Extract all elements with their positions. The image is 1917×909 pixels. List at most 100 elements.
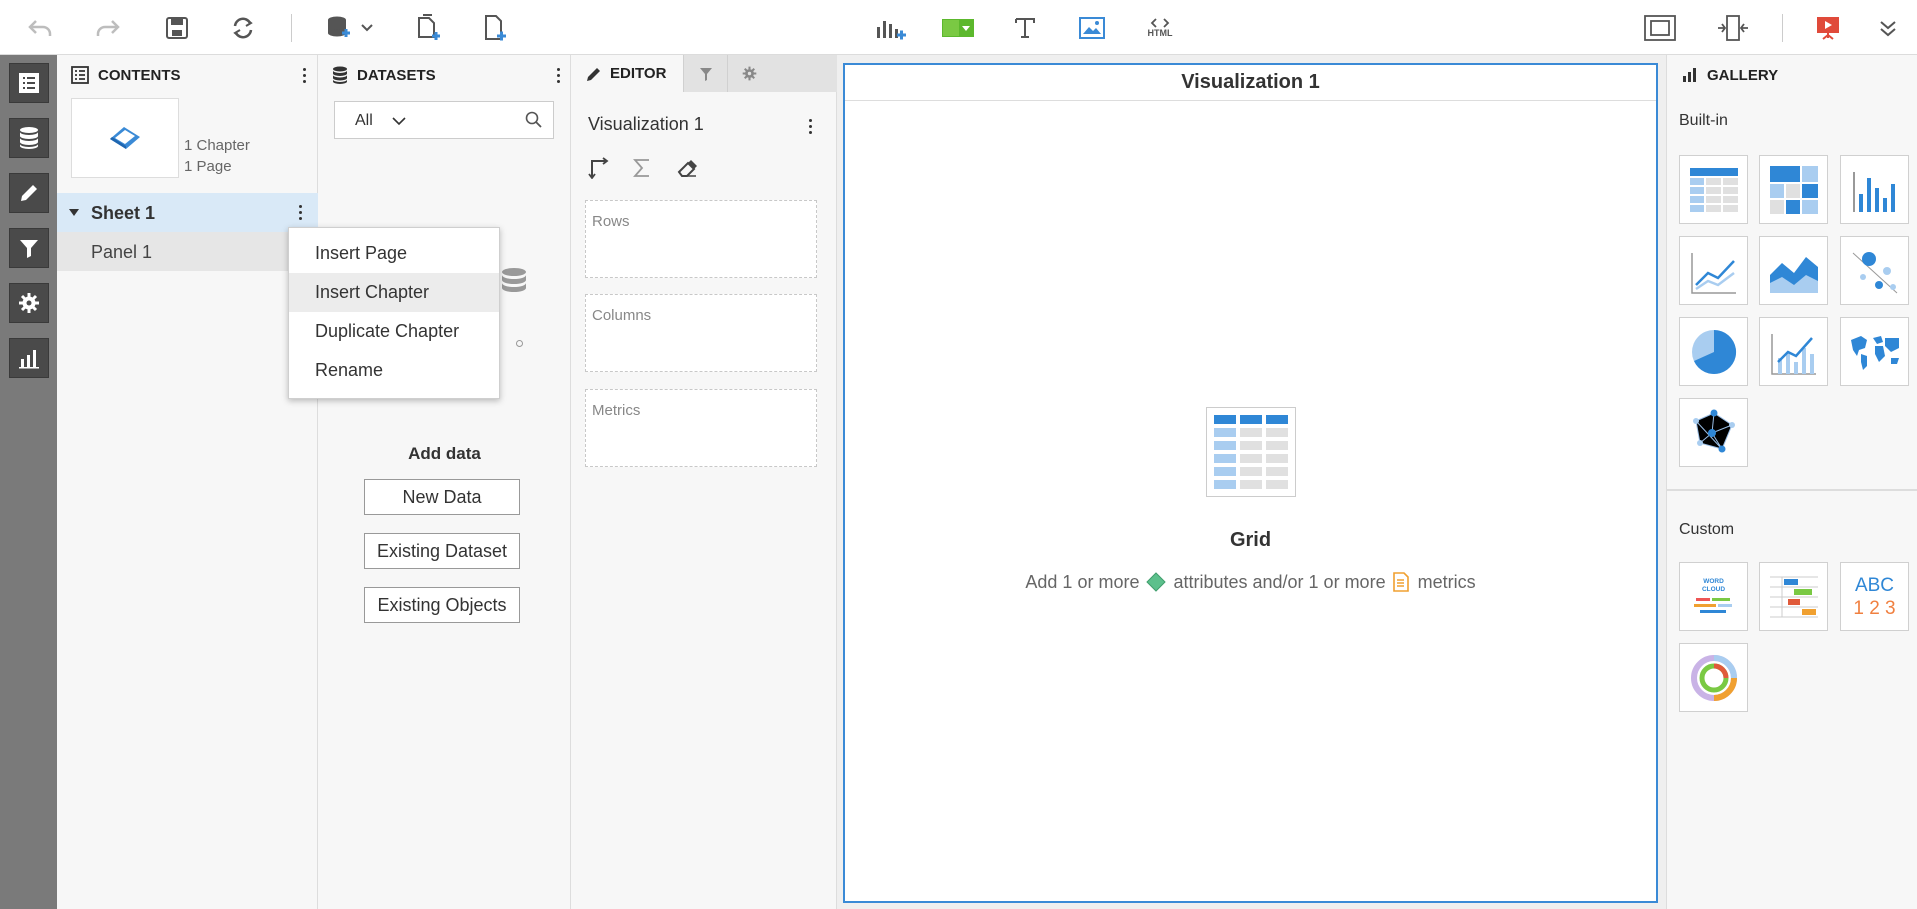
sheet-more-icon[interactable] [290, 199, 310, 225]
settings-panel-icon[interactable] [9, 283, 49, 323]
gear-icon [742, 66, 757, 81]
refresh-icon[interactable] [223, 8, 263, 48]
add-data-title: Add data [408, 444, 481, 463]
menu-duplicate-chapter[interactable]: Duplicate Chapter [289, 312, 499, 351]
save-icon[interactable] [157, 8, 197, 48]
network-viz-icon[interactable] [1679, 398, 1748, 467]
placeholder-name: Grid [1229, 529, 1272, 551]
contents-panel: CONTENTS 1 Chapter 1 Page Sheet 1 Panel … [57, 55, 318, 909]
swap-axes-icon[interactable] [588, 157, 610, 179]
tab-editor[interactable]: EDITOR [571, 55, 683, 92]
gantt-viz-icon[interactable] [1759, 562, 1828, 631]
tab-format[interactable] [727, 55, 771, 92]
columns-label: Columns [592, 307, 652, 324]
dataset-filter-search[interactable]: All [334, 101, 554, 139]
columns-drop-zone[interactable]: Columns [585, 294, 817, 372]
editor-panel: EDITOR Visualization 1 Rows Columns Metr… [571, 55, 837, 909]
menu-rename[interactable]: Rename [289, 351, 499, 390]
tab-editor-label: EDITOR [610, 65, 667, 82]
chapter-thumbnail[interactable] [71, 98, 179, 178]
gallery-panel-icon[interactable] [9, 338, 49, 378]
filter-panel-icon[interactable] [9, 228, 49, 268]
add-data-dropdown-icon[interactable] [320, 8, 380, 48]
chapter-count: 1 Chapter [184, 137, 250, 154]
page-count: 1 Page [184, 158, 232, 175]
hint-part3: metrics [1417, 571, 1476, 592]
map-viz-icon[interactable] [1840, 317, 1909, 386]
menu-insert-chapter[interactable]: Insert Chapter [289, 273, 499, 312]
toolbar-separator [291, 14, 292, 42]
word-cloud-viz-icon[interactable]: WORD CLOUD [1679, 562, 1748, 631]
contents-icon [71, 66, 89, 84]
pie-chart-viz-icon[interactable] [1679, 317, 1748, 386]
empty-database-icon [502, 268, 526, 292]
top-toolbar: HTML [0, 0, 1917, 55]
contents-title: CONTENTS [98, 66, 181, 84]
datasets-title: DATASETS [357, 66, 436, 84]
datasets-panel: DATASETS All Add data New Data Existing … [318, 55, 571, 909]
panel-row[interactable]: Panel 1 [57, 232, 318, 271]
contents-more-icon[interactable] [294, 62, 314, 88]
decor-dot [516, 340, 523, 347]
insert-filter-icon[interactable] [938, 8, 978, 48]
dataset-filter-value: All [355, 112, 373, 129]
combo-chart-viz-icon[interactable] [1759, 317, 1828, 386]
kpi-viz-icon[interactable]: ABC 1 2 3 [1840, 562, 1909, 631]
builtin-label: Built-in [1679, 112, 1728, 129]
editor-tabbar: EDITOR [571, 55, 837, 92]
fit-width-icon[interactable] [1713, 8, 1753, 48]
filter-icon [699, 67, 712, 81]
bar-chart-viz-icon[interactable] [1840, 155, 1909, 224]
sigma-icon[interactable] [633, 158, 651, 178]
sheet-row[interactable]: Sheet 1 [57, 193, 318, 232]
chevron-down-icon[interactable] [392, 116, 406, 126]
area-chart-viz-icon[interactable] [1759, 236, 1828, 305]
sunburst-viz-icon[interactable] [1679, 643, 1748, 712]
editor-more-icon[interactable] [800, 113, 820, 139]
toolbar-separator [1782, 14, 1783, 42]
menu-insert-page[interactable]: Insert Page [289, 234, 499, 273]
insert-visualization-icon[interactable] [871, 8, 911, 48]
rows-drop-zone[interactable]: Rows [585, 200, 817, 278]
panel-label: Panel 1 [91, 242, 153, 262]
datasets-panel-icon[interactable] [9, 118, 49, 158]
tab-filter[interactable] [683, 55, 727, 92]
hint-part2: attributes and/or 1 or more [1173, 571, 1386, 592]
duplicate-page-icon[interactable] [408, 8, 448, 48]
redo-icon[interactable] [88, 8, 128, 48]
contents-header: CONTENTS [57, 55, 318, 95]
editor-viz-name: Visualization 1 [588, 114, 704, 134]
attribute-icon [1146, 572, 1167, 592]
book-icon [110, 127, 140, 149]
line-chart-viz-icon[interactable] [1679, 236, 1748, 305]
fit-to-page-icon[interactable] [1640, 8, 1680, 48]
contents-panel-icon[interactable] [9, 63, 49, 103]
grid-viz-icon[interactable] [1679, 155, 1748, 224]
new-page-icon[interactable] [475, 8, 515, 48]
editor-panel-icon[interactable] [9, 173, 49, 213]
hint-part1: Add 1 or more [1025, 571, 1140, 592]
placeholder-hint: Add 1 or more attributes and/or 1 or mor… [845, 571, 1656, 593]
insert-image-icon[interactable] [1072, 8, 1112, 48]
insert-text-icon[interactable] [1005, 8, 1045, 48]
existing-dataset-button[interactable]: Existing Dataset [364, 533, 520, 569]
datasets-more-icon[interactable] [548, 62, 568, 88]
undo-icon[interactable] [20, 8, 60, 48]
left-icon-rail [0, 55, 57, 909]
metrics-drop-zone[interactable]: Metrics [585, 389, 817, 467]
caret-down-icon[interactable] [68, 208, 80, 218]
canvas-area: Visualization 1 Grid Add 1 or more attri… [837, 55, 1666, 909]
insert-html-icon[interactable]: HTML [1140, 8, 1180, 48]
kpi-letters: ABC [1854, 574, 1895, 596]
visualization-title[interactable]: Visualization 1 [845, 65, 1656, 101]
visualization-frame[interactable]: Visualization 1 Grid Add 1 or more attri… [843, 63, 1658, 903]
sheet-context-menu: Insert Page Insert Chapter Duplicate Cha… [288, 227, 500, 399]
search-icon[interactable] [525, 111, 543, 129]
collapse-toolbar-icon[interactable] [1868, 8, 1908, 48]
eraser-icon[interactable] [676, 157, 698, 179]
existing-objects-button[interactable]: Existing Objects [364, 587, 520, 623]
presentation-mode-icon[interactable] [1808, 8, 1848, 48]
bubble-chart-viz-icon[interactable] [1840, 236, 1909, 305]
new-data-button[interactable]: New Data [364, 479, 520, 515]
heatmap-viz-icon[interactable] [1759, 155, 1828, 224]
